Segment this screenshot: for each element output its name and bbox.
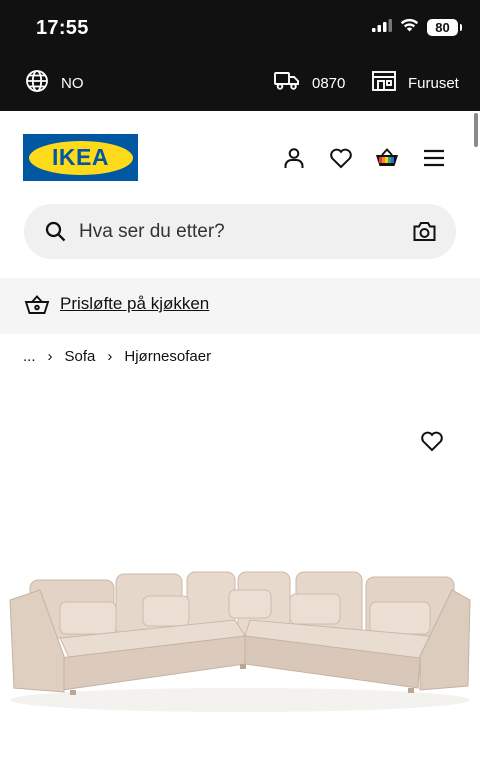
search-input[interactable]: [79, 204, 399, 259]
store-selector[interactable]: Furuset: [372, 70, 459, 96]
chevron-right-icon: ›: [107, 348, 113, 365]
top-info-bar: NO 0870 Furuset: [0, 56, 480, 111]
heart-icon[interactable]: [329, 146, 353, 170]
search-bar: [24, 204, 456, 259]
logo-oval: IKEA: [28, 140, 133, 175]
ikea-logo[interactable]: IKEA: [23, 134, 138, 181]
delivery-postcode[interactable]: 0870: [274, 70, 345, 96]
logo-text: IKEA: [52, 144, 109, 170]
status-bar: 17:55 80: [0, 0, 480, 56]
promo-banner: Prisløfte på kjøkken: [0, 278, 480, 334]
breadcrumb-item-corner-sofas[interactable]: Hjørnesofaer: [124, 348, 211, 365]
wifi-icon: [400, 18, 419, 37]
store-label: Furuset: [408, 74, 459, 92]
signal-icon: [372, 18, 392, 37]
status-icons: 80: [372, 18, 462, 37]
truck-icon: [274, 70, 300, 96]
menu-icon[interactable]: [422, 146, 446, 170]
breadcrumb: ... › Sofa › Hjørnesofaer: [23, 348, 211, 365]
globe-icon: [25, 69, 49, 97]
add-to-wishlist-icon[interactable]: [420, 430, 448, 456]
language-label: NO: [61, 74, 84, 92]
postcode-label: 0870: [312, 74, 346, 92]
breadcrumb-ellipsis[interactable]: ...: [23, 348, 36, 365]
camera-icon[interactable]: [413, 221, 436, 247]
account-icon[interactable]: [282, 146, 306, 170]
site-header: IKEA: [0, 111, 480, 201]
promo-link[interactable]: Prisløfte på kjøkken: [60, 294, 209, 314]
product-image[interactable]: [0, 560, 480, 780]
search-icon[interactable]: [45, 221, 66, 247]
page-scrollbar[interactable]: [474, 113, 478, 147]
language-selector[interactable]: NO: [25, 70, 84, 96]
status-time: 17:55: [36, 17, 89, 39]
chevron-right-icon: ›: [47, 348, 53, 365]
shopping-bag-icon[interactable]: [374, 146, 400, 170]
store-icon: [372, 70, 396, 96]
basket-icon: [24, 294, 50, 321]
battery-icon: 80: [427, 19, 462, 36]
breadcrumb-item-sofa[interactable]: Sofa: [65, 348, 96, 365]
